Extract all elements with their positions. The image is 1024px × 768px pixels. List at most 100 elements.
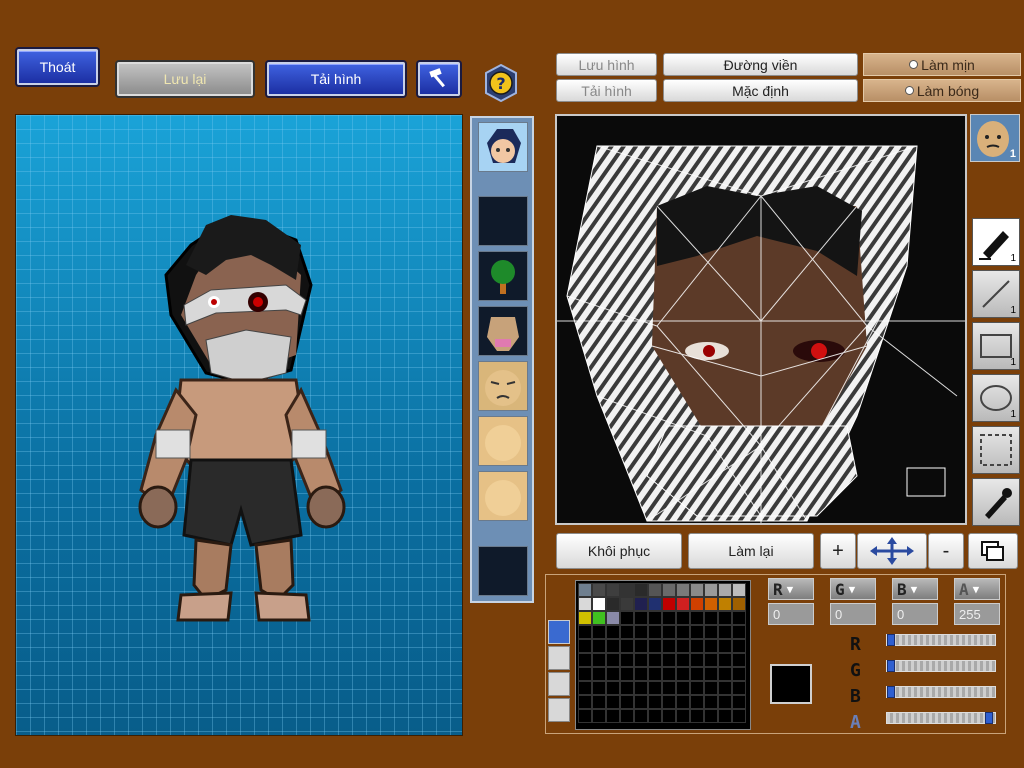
palette-swatch[interactable] xyxy=(592,625,606,639)
shading-radio[interactable]: Làm bóng xyxy=(863,79,1021,102)
palette-swatch[interactable] xyxy=(648,695,662,709)
palette-swatch[interactable] xyxy=(718,625,732,639)
g-value-field[interactable]: 0 xyxy=(830,603,876,625)
ellipse-tool-button[interactable]: 1 xyxy=(972,374,1020,422)
a-slider-knob[interactable] xyxy=(985,712,993,724)
line-tool-button[interactable]: 1 xyxy=(972,270,1020,318)
default-button[interactable]: Mặc định xyxy=(663,79,858,102)
palette-swatch[interactable] xyxy=(732,653,746,667)
palette-swatch[interactable] xyxy=(718,639,732,653)
a-channel-dropdown[interactable]: A ▼ xyxy=(954,578,1000,600)
a-value-field[interactable]: 255 xyxy=(954,603,1000,625)
palette-swatch[interactable] xyxy=(592,681,606,695)
palette-swatch[interactable] xyxy=(648,639,662,653)
palette-swatch[interactable] xyxy=(676,583,690,597)
palette-swatch[interactable] xyxy=(578,653,592,667)
b-slider[interactable] xyxy=(886,686,996,698)
palette-swatch[interactable] xyxy=(662,625,676,639)
palette-swatch[interactable] xyxy=(620,639,634,653)
pen-tool-button[interactable]: 1 xyxy=(972,218,1020,266)
palette-swatch[interactable] xyxy=(606,597,620,611)
palette-swatch[interactable] xyxy=(578,709,592,723)
palette-swatch[interactable] xyxy=(704,709,718,723)
palette-swatch[interactable] xyxy=(620,625,634,639)
palette-swatch[interactable] xyxy=(662,681,676,695)
r-slider-knob[interactable] xyxy=(887,634,895,646)
redo-button[interactable]: Làm lại xyxy=(688,533,814,569)
palette-swatch[interactable] xyxy=(620,709,634,723)
palette-swatch[interactable] xyxy=(676,681,690,695)
palette-swatch[interactable] xyxy=(704,653,718,667)
palette-swatch[interactable] xyxy=(606,639,620,653)
palette-swatch[interactable] xyxy=(634,597,648,611)
b-channel-dropdown[interactable]: B ▼ xyxy=(892,578,938,600)
palette-swatch[interactable] xyxy=(690,667,704,681)
palette-swatch[interactable] xyxy=(732,625,746,639)
palette-swatch[interactable] xyxy=(690,597,704,611)
zoom-out-button[interactable]: - xyxy=(928,533,964,569)
palette-swatch[interactable] xyxy=(578,667,592,681)
smooth-radio[interactable]: Làm mịn xyxy=(863,53,1021,76)
b-value-field[interactable]: 0 xyxy=(892,603,938,625)
palette-swatch[interactable] xyxy=(662,639,676,653)
palette-swatch[interactable] xyxy=(634,625,648,639)
palette-swatch[interactable] xyxy=(606,709,620,723)
palette-swatch[interactable] xyxy=(648,681,662,695)
layer-preview[interactable]: 1 xyxy=(970,114,1020,162)
palette-swatch[interactable] xyxy=(690,625,704,639)
palette-swatch[interactable] xyxy=(578,583,592,597)
part-slot-face-2[interactable] xyxy=(478,416,528,466)
palette-swatch[interactable] xyxy=(578,639,592,653)
select-tool-button[interactable] xyxy=(972,426,1020,474)
palette-swatch[interactable] xyxy=(718,709,732,723)
palette-swatch[interactable] xyxy=(662,583,676,597)
palette-grid[interactable] xyxy=(575,580,751,730)
palette-swatch[interactable] xyxy=(690,681,704,695)
palette-tab-4[interactable] xyxy=(548,698,570,722)
part-slot-face-1[interactable] xyxy=(478,361,528,411)
part-slot-tree[interactable] xyxy=(478,251,528,301)
palette-swatch[interactable] xyxy=(620,667,634,681)
palette-swatch[interactable] xyxy=(718,653,732,667)
palette-swatch[interactable] xyxy=(592,583,606,597)
palette-swatch[interactable] xyxy=(620,611,634,625)
palette-swatch[interactable] xyxy=(606,667,620,681)
zoom-in-button[interactable]: + xyxy=(820,533,856,569)
palette-swatch[interactable] xyxy=(662,597,676,611)
palette-swatch[interactable] xyxy=(676,597,690,611)
palette-swatch[interactable] xyxy=(606,681,620,695)
palette-swatch[interactable] xyxy=(690,611,704,625)
g-slider-knob[interactable] xyxy=(887,660,895,672)
palette-swatch[interactable] xyxy=(578,611,592,625)
palette-swatch[interactable] xyxy=(606,583,620,597)
palette-swatch[interactable] xyxy=(732,611,746,625)
palette-swatch[interactable] xyxy=(620,695,634,709)
palette-swatch[interactable] xyxy=(704,583,718,597)
palette-swatch[interactable] xyxy=(648,667,662,681)
palette-swatch[interactable] xyxy=(592,653,606,667)
palette-swatch[interactable] xyxy=(690,583,704,597)
palette-swatch[interactable] xyxy=(676,653,690,667)
palette-swatch[interactable] xyxy=(732,695,746,709)
save-image-button[interactable]: Lưu hình xyxy=(556,53,657,76)
load-button[interactable]: Tải hình xyxy=(267,62,405,96)
palette-swatch[interactable] xyxy=(648,653,662,667)
palette-tab-3[interactable] xyxy=(548,672,570,696)
eyedropper-tool-button[interactable] xyxy=(972,478,1020,526)
hammer-button[interactable] xyxy=(418,62,460,96)
palette-swatch[interactable] xyxy=(592,597,606,611)
palette-swatch[interactable] xyxy=(592,667,606,681)
part-slot-face-portrait[interactable] xyxy=(478,122,528,172)
exit-button[interactable]: Thoát xyxy=(17,49,98,85)
character-preview[interactable] xyxy=(15,114,463,736)
palette-swatch[interactable] xyxy=(690,709,704,723)
palette-swatch[interactable] xyxy=(718,597,732,611)
palette-swatch[interactable] xyxy=(606,695,620,709)
palette-swatch[interactable] xyxy=(732,597,746,611)
palette-swatch[interactable] xyxy=(704,611,718,625)
palette-swatch[interactable] xyxy=(620,681,634,695)
palette-swatch[interactable] xyxy=(676,625,690,639)
palette-swatch[interactable] xyxy=(648,611,662,625)
palette-swatch[interactable] xyxy=(718,681,732,695)
palette-swatch[interactable] xyxy=(634,653,648,667)
